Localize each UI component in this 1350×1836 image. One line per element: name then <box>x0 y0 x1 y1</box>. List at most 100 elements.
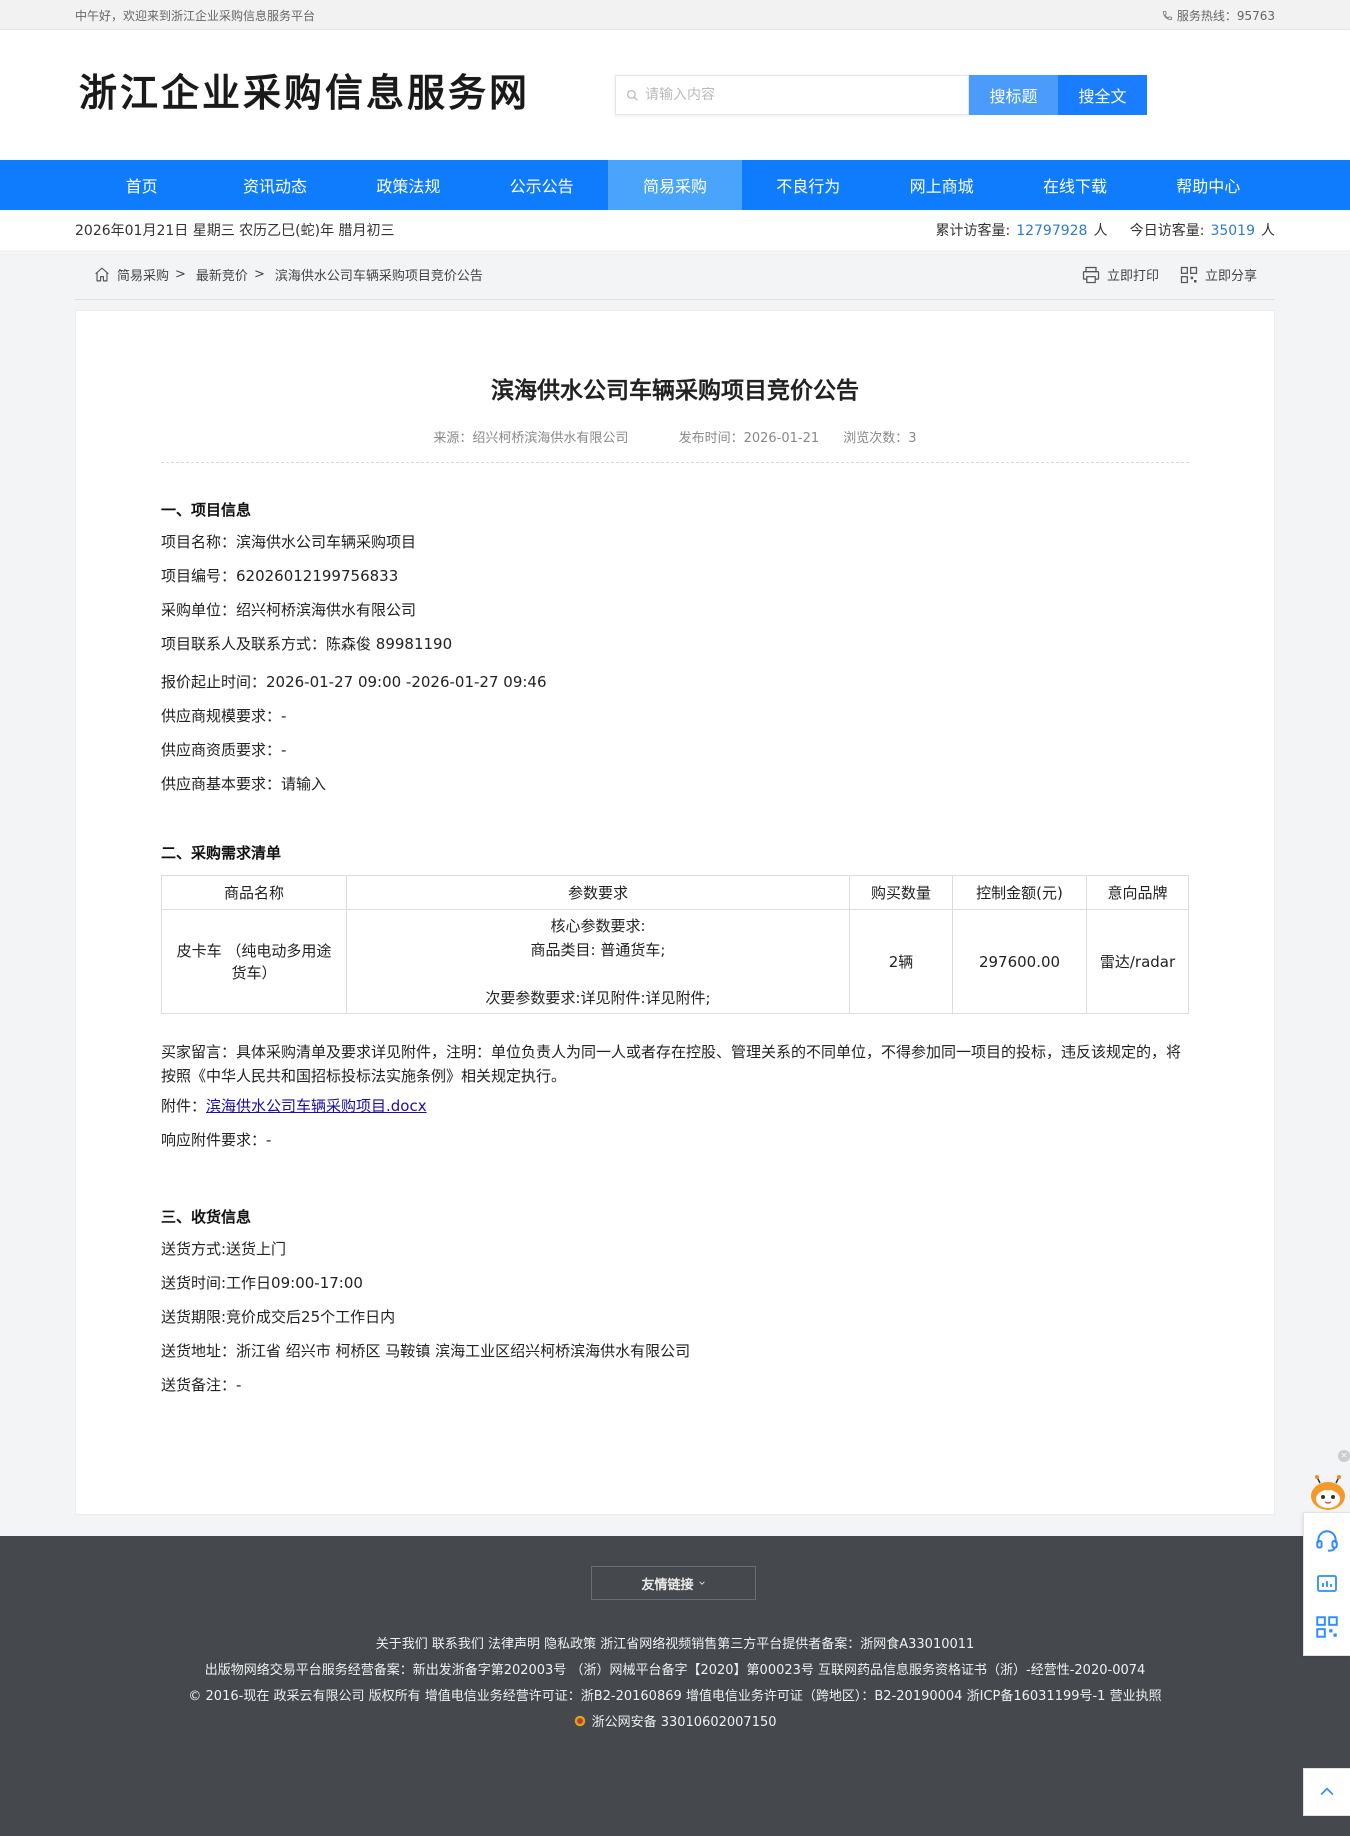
supplier-scale-req: 供应商规模要求：- <box>161 707 287 725</box>
side-toolbar <box>1303 1512 1350 1656</box>
column-header-brand: 意向品牌 <box>1086 875 1189 910</box>
footer-info: 关于我们 联系我们 法律声明 隐私政策 浙江省网络视频销售第三方平台提供者备案：… <box>0 1632 1350 1736</box>
police-record: 浙公网安备 33010602007150 <box>591 1715 777 1730</box>
delivery-note: 送货备注：- <box>161 1376 242 1394</box>
article-publish-time: 发布时间：2026-01-21 <box>678 431 820 446</box>
printer-icon <box>1082 266 1100 283</box>
print-label: 立即打印 <box>1106 269 1159 284</box>
search-input[interactable] <box>645 87 945 103</box>
search-icon <box>626 89 638 101</box>
chevron-up-icon <box>1320 1787 1334 1796</box>
back-to-top-button[interactable] <box>1303 1768 1350 1816</box>
project-name: 项目名称：滨海供水公司车辆采购项目 <box>161 533 417 551</box>
nav-item-home[interactable]: 首页 <box>75 160 208 210</box>
breadcrumb: 简易采购 > 最新竞价 > 滨海供水公司车辆采购项目竞价公告 <box>93 265 483 284</box>
buyer-message: 买家留言：具体采购清单及要求详见附件，注明：单位负责人为同一人或者存在控股、管理… <box>161 1043 1182 1085</box>
today-visitors-value: 35019 <box>1210 223 1255 239</box>
footer-line-3: © 2016-现在 政采云有限公司 版权所有 增值电信业务经营许可证：浙B2-2… <box>188 1689 1162 1704</box>
cell-params: 核心参数要求: 商品类目: 普通货车; 次要参数要求:详见附件:详见附件; <box>346 909 850 1014</box>
today-visitors-unit: 人 <box>1261 223 1275 239</box>
purchasing-unit: 采购单位：绍兴柯桥滨海供水有限公司 <box>161 601 417 619</box>
current-date: 2026年01月21日 星期三 农历乙巳(蛇)年 腊月初三 <box>75 223 395 239</box>
print-button[interactable]: 立即打印 <box>1081 265 1159 285</box>
phone-icon <box>1162 10 1172 20</box>
close-icon[interactable]: × <box>1338 1450 1350 1462</box>
param-secondary: 次要参数要求:详见附件:详见附件; <box>485 988 711 1007</box>
table-header-row: 商品名称 参数要求 购买数量 控制金额(元) 意向品牌 <box>161 875 1189 910</box>
attachment-label: 附件： <box>161 1097 207 1115</box>
section-project-info-title: 一、项目信息 <box>161 501 252 519</box>
police-badge-icon <box>575 1715 586 1727</box>
footer-line-4: 浙公网安备 33010602007150 <box>0 1710 1350 1736</box>
nav-item-downloads[interactable]: 在线下载 <box>1008 160 1141 210</box>
cell-amount: 297600.00 <box>952 909 1087 1014</box>
attachment-link[interactable]: 滨海供水公司车辆采购项目.docx <box>206 1097 427 1115</box>
article-card: 滨海供水公司车辆采购项目竞价公告 来源：绍兴柯桥滨海供水有限公司 发布时间：20… <box>75 310 1275 1515</box>
share-button[interactable]: 立即分享 <box>1179 265 1257 285</box>
search-fulltext-button[interactable]: 搜全文 <box>1058 75 1147 115</box>
nav-item-bad-behavior[interactable]: 不良行为 <box>742 160 875 210</box>
search-box <box>615 75 969 115</box>
nav-item-announcements[interactable]: 公示公告 <box>475 160 608 210</box>
cell-product-name: 皮卡车 （纯电动多用途货车） <box>161 909 347 1014</box>
cell-brand: 雷达/radar <box>1086 909 1189 1014</box>
nav-item-help[interactable]: 帮助中心 <box>1142 160 1275 210</box>
welcome-text: 中午好，欢迎来到浙江企业采购信息服务平台 <box>75 8 316 23</box>
breadcrumb-item-simple-procurement[interactable]: 简易采购 <box>117 265 169 284</box>
total-visitors-label: 累计访客量: <box>935 223 1011 239</box>
param-core-label: 核心参数要求: <box>550 916 646 935</box>
cell-quantity: 2辆 <box>849 909 953 1014</box>
total-visitors-value: 12797928 <box>1016 223 1088 239</box>
delivery-time: 送货时间:工作日09:00-17:00 <box>161 1274 363 1292</box>
qrcode-icon[interactable] <box>1312 1612 1342 1642</box>
friend-links-label: 友情链接 <box>641 1577 694 1593</box>
friend-links-button[interactable]: 友情链接 <box>591 1566 756 1600</box>
response-attachment-req: 响应附件要求：- <box>161 1131 272 1149</box>
column-header-params: 参数要求 <box>346 875 850 910</box>
breadcrumb-item-latest-bids[interactable]: 最新竞价 <box>196 265 248 284</box>
breadcrumb-bar: 简易采购 > 最新竞价 > 滨海供水公司车辆采购项目竞价公告 立即打印 立即分享 <box>75 250 1275 300</box>
qrcode-icon <box>1180 266 1198 283</box>
breadcrumb-separator: > <box>253 267 265 282</box>
home-icon[interactable] <box>93 266 111 283</box>
nav-item-online-mall[interactable]: 网上商城 <box>875 160 1008 210</box>
article-source: 来源：绍兴柯桥滨海供水有限公司 <box>433 431 629 446</box>
nav-item-news[interactable]: 资讯动态 <box>208 160 341 210</box>
mascot-icon[interactable] <box>1308 1474 1348 1514</box>
search-title-button[interactable]: 搜标题 <box>969 75 1058 115</box>
param-category: 商品类目: 普通货车; <box>530 940 666 959</box>
page-actions: 立即打印 立即分享 <box>1081 265 1257 285</box>
breadcrumb-separator: > <box>175 267 186 282</box>
delivery-address: 送货地址：浙江省 绍兴市 柯桥区 马鞍镇 滨海工业区绍兴柯桥滨海供水有限公司 <box>161 1342 691 1360</box>
chevron-down-icon <box>698 1581 705 1585</box>
site-title[interactable]: 浙江企业采购信息服务网 <box>79 62 530 117</box>
top-bar: 中午好，欢迎来到浙江企业采购信息服务平台 服务热线：95763 <box>0 0 1350 30</box>
nav-item-policy[interactable]: 政策法规 <box>342 160 475 210</box>
customer-service-icon[interactable] <box>1312 1526 1342 1556</box>
project-number: 项目编号：62026012199756833 <box>161 567 399 585</box>
main-nav: 首页 资讯动态 政策法规 公示公告 简易采购 不良行为 网上商城 在线下载 帮助… <box>0 160 1350 210</box>
date-bar: 2026年01月21日 星期三 农历乙巳(蛇)年 腊月初三 累计访客量: 1279… <box>0 210 1350 250</box>
article-title: 滨海供水公司车辆采购项目竞价公告 <box>491 378 859 404</box>
table-row: 皮卡车 （纯电动多用途货车） 核心参数要求: 商品类目: 普通货车; 次要参数要… <box>161 909 1189 1014</box>
nav-item-simple-procurement[interactable]: 简易采购 <box>608 160 742 210</box>
share-label: 立即分享 <box>1204 269 1257 284</box>
hotline-text: 服务热线：95763 <box>1176 8 1275 23</box>
requirements-table: 商品名称 参数要求 购买数量 控制金额(元) 意向品牌 皮卡车 （纯电动多用途货… <box>161 875 1189 1014</box>
column-header-product: 商品名称 <box>161 875 347 910</box>
supplier-qualification-req: 供应商资质要求：- <box>161 741 287 759</box>
feedback-icon[interactable] <box>1312 1569 1342 1599</box>
footer: 友情链接 关于我们 联系我们 法律声明 隐私政策 浙江省网络视频销售第三方平台提… <box>0 1536 1350 1836</box>
section-delivery-title: 三、收货信息 <box>161 1208 252 1226</box>
search-bar: 搜标题 搜全文 <box>615 75 1147 115</box>
footer-line-1: 关于我们 联系我们 法律声明 隐私政策 浙江省网络视频销售第三方平台提供者备案：… <box>375 1637 975 1652</box>
attachment-line: 附件：滨海供水公司车辆采购项目.docx <box>161 1096 1189 1116</box>
section-requirements-title: 二、采购需求清单 <box>161 844 282 862</box>
column-header-amount: 控制金额(元) <box>952 875 1087 910</box>
hotline: 服务热线：95763 <box>1162 7 1275 24</box>
footer-line-2: 出版物网络交易平台服务经营备案：新出发浙备字第202003号 （浙）网械平台备字… <box>204 1663 1146 1678</box>
article-views: 浏览次数：3 <box>843 431 917 446</box>
visitor-stats: 累计访客量: 12797928 人 今日访客量: 35019 人 <box>935 220 1275 240</box>
supplier-basic-req: 供应商基本要求：请输入 <box>161 775 327 793</box>
delivery-method: 送货方式:送货上门 <box>161 1240 287 1258</box>
